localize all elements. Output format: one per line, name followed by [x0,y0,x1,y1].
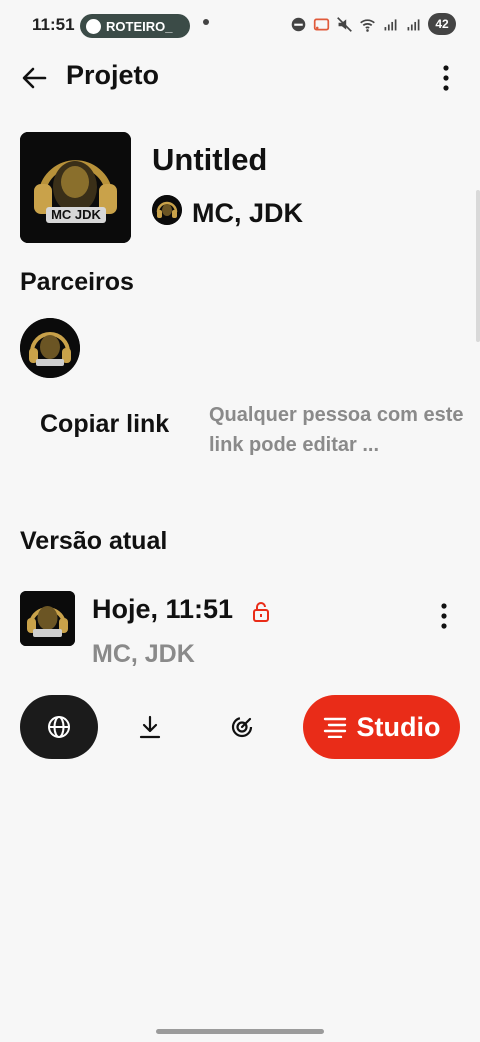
owner-name: MC, JDK [192,198,304,228]
current-version-heading: Versão atual [20,527,168,555]
project-cover-image[interactable]: MC JDK [20,132,131,243]
partners-heading: Parceiros [20,268,134,296]
wifi-icon [360,18,375,32]
studio-button-label: Studio [356,711,441,742]
top-app-bar: Projeto [0,50,480,106]
scroll-handle[interactable] [476,190,480,342]
do-not-disturb-icon [291,17,306,31]
battery-icon: 42 [428,13,456,35]
version-more-button[interactable] [430,598,458,634]
owner-avatar [152,195,182,225]
globe-icon [48,716,70,738]
avatar-logo-icon [152,195,182,225]
version-thumbnail[interactable] [20,591,75,646]
signal-icon [384,18,397,30]
more-vertical-icon [441,603,447,629]
version-author: MC, JDK [92,640,195,668]
notification-dot-icon [203,19,209,25]
cast-icon [313,18,330,30]
headphones-logo-icon [20,591,75,646]
avatar-logo-icon [20,318,80,378]
status-time: 11:51 [32,15,75,34]
download-button[interactable] [130,707,170,747]
mastering-button[interactable] [222,707,262,747]
link-permission-hint[interactable]: Qualquer pessoa com este link pode edita… [209,400,464,460]
download-icon [139,715,161,739]
publish-globe-button[interactable] [20,695,98,759]
notification-pill: ROTEIRO_ [80,14,190,38]
arrow-left-icon [22,67,47,89]
home-indicator[interactable] [156,1029,324,1034]
more-vertical-icon [443,65,449,91]
partner-avatar[interactable] [20,318,80,378]
notification-label: ROTEIRO_ [106,18,173,34]
studio-lines-icon [323,717,346,738]
copy-link-button[interactable]: Copiar link [40,410,169,439]
mute-icon [337,16,352,32]
open-studio-button[interactable]: Studio [303,695,460,759]
logo-text: MC JDK [51,207,101,222]
page-title: Projeto [66,60,160,90]
project-title[interactable]: Untitled [152,142,267,178]
headphones-logo-icon: MC JDK [20,132,131,243]
version-date[interactable]: Hoje, 11:51 [92,594,233,625]
signal-2-icon [407,18,420,30]
status-icons: 42 [290,13,456,35]
lock-icon [253,602,269,622]
back-button[interactable] [16,60,52,96]
more-options-button[interactable] [432,60,460,96]
mastering-icon [231,716,253,738]
status-bar: 11:51 ROTEIRO_ 42 [0,0,480,50]
app-notification-icon [86,18,101,34]
